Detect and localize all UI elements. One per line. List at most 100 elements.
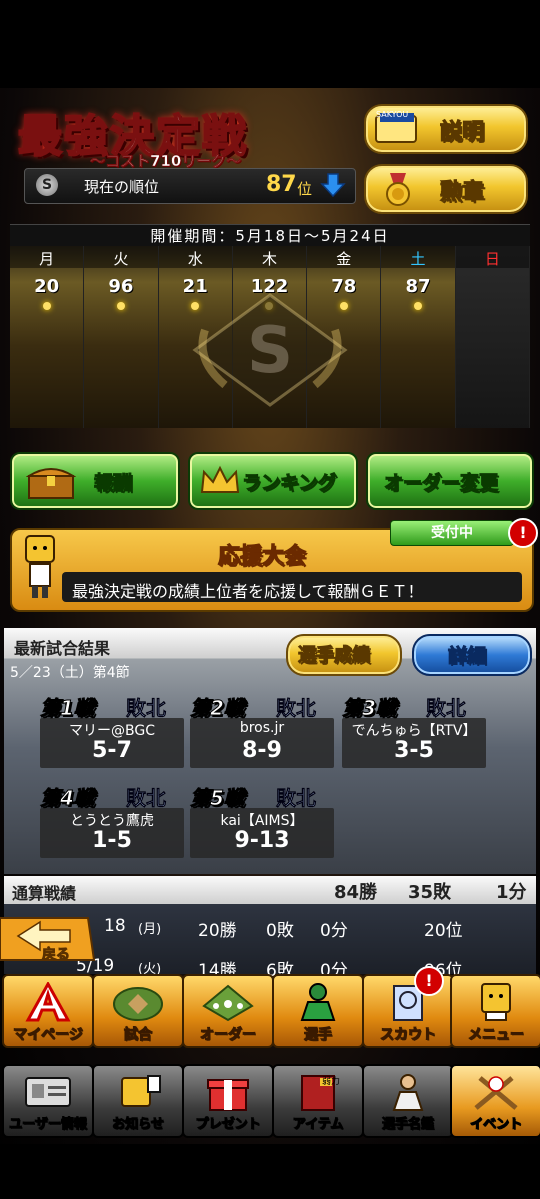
menu-label: 選手名鑑 <box>381 1117 434 1133</box>
day-column: 日 <box>455 246 530 428</box>
game-opponent: bros.jr <box>239 720 285 736</box>
game-opponent: でんちゅら【RTV】 <box>351 723 477 739</box>
menu-event[interactable]: イベント <box>450 1064 540 1138</box>
down-arrow-icon <box>320 173 346 198</box>
day-name: 火 <box>113 250 129 268</box>
alert-badge-icon: ! <box>508 518 538 548</box>
present-icon <box>207 1079 249 1111</box>
details-button[interactable]: 詳細 <box>412 634 532 676</box>
row-wins: 20勝 <box>198 921 237 941</box>
rank-value: 87 <box>266 172 297 197</box>
ranking-button[interactable]: ランキング <box>188 452 358 510</box>
game-card[interactable]: 第2戦 敗北 bros.jr 8-9 <box>190 692 340 772</box>
sakyou-tag: SAKYOU <box>376 110 409 119</box>
menu-label: ユーザー情報 <box>9 1117 88 1133</box>
menu-player[interactable]: 選手 <box>272 974 364 1048</box>
total-draws: 1分 <box>496 882 527 903</box>
game-result: 敗北 <box>426 696 467 721</box>
menu-order[interactable]: オーダー <box>182 974 274 1048</box>
menu-player-directory[interactable]: 選手名鑑 <box>362 1064 454 1138</box>
game-score: 5-7 <box>92 738 132 763</box>
scout-alert-badge-icon: ! <box>414 966 444 996</box>
menu-icon <box>481 983 511 1021</box>
treasure-chest-icon <box>26 468 76 499</box>
user-info-icon <box>25 1077 71 1107</box>
game-card[interactable]: 第3戦 敗北 でんちゅら【RTV】 3-5 <box>342 692 492 772</box>
explanation-label: 説明 <box>439 120 485 146</box>
game-number: 第3戦 <box>342 696 397 721</box>
game-opponent: kai【AIMS】 <box>220 813 304 829</box>
game-score: 8-9 <box>242 738 282 763</box>
game-score: 9-13 <box>234 828 290 853</box>
menu-notice[interactable]: お知らせ <box>92 1064 184 1138</box>
player-stats-button[interactable]: 選手成績 <box>286 634 402 676</box>
game-card[interactable]: 第1戦 敗北 マリー@BGC 5-7 <box>40 692 190 772</box>
bottom-bar <box>0 1144 540 1199</box>
game-opponent: とうとう鷹虎 <box>70 813 154 829</box>
day-name: 土 <box>410 250 426 268</box>
explanation-button[interactable]: SAKYOU 説明 <box>364 104 528 154</box>
menu-user-info[interactable]: ユーザー情報 <box>2 1064 94 1138</box>
back-label: 戻る <box>42 947 71 964</box>
menu-label: アイテム <box>292 1117 344 1133</box>
total-wins: 84勝 <box>334 882 378 903</box>
event-icon <box>474 1076 518 1110</box>
rank-dot-icon <box>414 302 423 310</box>
field-order-icon <box>202 984 254 1022</box>
day-column: 火 96 <box>84 246 159 428</box>
rank-dot-icon <box>116 302 125 310</box>
menu-item[interactable]: 弱力 アイテム <box>272 1064 364 1138</box>
menu-label: マイページ <box>13 1027 84 1044</box>
rank-label: 現在の順位 <box>84 178 160 196</box>
reward-label: 報酬 <box>93 472 133 495</box>
menu-present[interactable]: プレゼント <box>182 1064 274 1138</box>
rank-s-icon: S <box>36 174 58 196</box>
menu-label: 選手 <box>304 1027 333 1044</box>
total-record-bar <box>4 876 536 904</box>
menu-label: オーダー <box>200 1027 257 1044</box>
medal-button[interactable]: 勲章 <box>364 164 528 214</box>
day-name: 日 <box>484 250 500 268</box>
player-stats-label: 選手成績 <box>298 645 371 667</box>
menu-label: イベント <box>469 1117 522 1133</box>
row-draws: 0分 <box>320 921 348 941</box>
day-rank: 96 <box>108 276 134 297</box>
support-description: 最強決定戦の成績上位者を応援して報酬ＧＥＴ！ <box>72 582 424 601</box>
menu-game[interactable]: 試合 <box>92 974 184 1048</box>
row-losses: 0敗 <box>266 921 294 941</box>
row-day: 18 <box>104 916 126 936</box>
day-name: 金 <box>336 250 352 268</box>
support-title: 応援大会 <box>217 544 307 570</box>
day-name: 水 <box>187 250 203 268</box>
game-number: 第4戦 <box>40 786 95 811</box>
order-change-label: オーダー変更 <box>383 472 499 495</box>
day-name: 月 <box>39 250 55 268</box>
details-label: 詳細 <box>447 645 487 668</box>
results-title: 最新試合結果 <box>14 639 111 658</box>
game-opponent: マリー@BGC <box>69 723 155 739</box>
game-card[interactable]: 第4戦 敗北 とうとう鷹虎 1-5 <box>40 782 190 862</box>
reward-button[interactable]: 報酬 <box>10 452 180 510</box>
player-directory-icon <box>392 1074 424 1111</box>
total-losses: 35敗 <box>408 882 452 903</box>
day-name: 木 <box>261 250 277 268</box>
mypage-icon <box>25 982 71 1022</box>
medal-icon <box>386 173 410 206</box>
order-change-button[interactable]: オーダー変更 <box>366 452 534 510</box>
menu-label: スカウト <box>380 1027 437 1044</box>
emblem-letter: S <box>247 314 293 388</box>
game-card[interactable]: 第5戦 敗北 kai【AIMS】 9-13 <box>190 782 340 862</box>
game-result: 敗北 <box>276 696 317 721</box>
menu-mypage[interactable]: マイページ <box>2 974 94 1048</box>
menu-label: プレゼント <box>195 1117 261 1133</box>
notice-icon <box>121 1075 161 1107</box>
back-button[interactable]: 戻る <box>0 912 96 966</box>
s-class-emblem-icon: S <box>192 293 348 407</box>
day-rank: 20 <box>34 276 60 297</box>
rank-dot-icon <box>42 302 51 310</box>
mascot-icon <box>25 535 55 598</box>
day-rank: 87 <box>405 276 431 297</box>
results-date: 5／23（土）第4節 <box>10 665 130 681</box>
accepting-badge: 受付中 <box>390 520 514 546</box>
menu-menu[interactable]: メニュー <box>450 974 540 1048</box>
